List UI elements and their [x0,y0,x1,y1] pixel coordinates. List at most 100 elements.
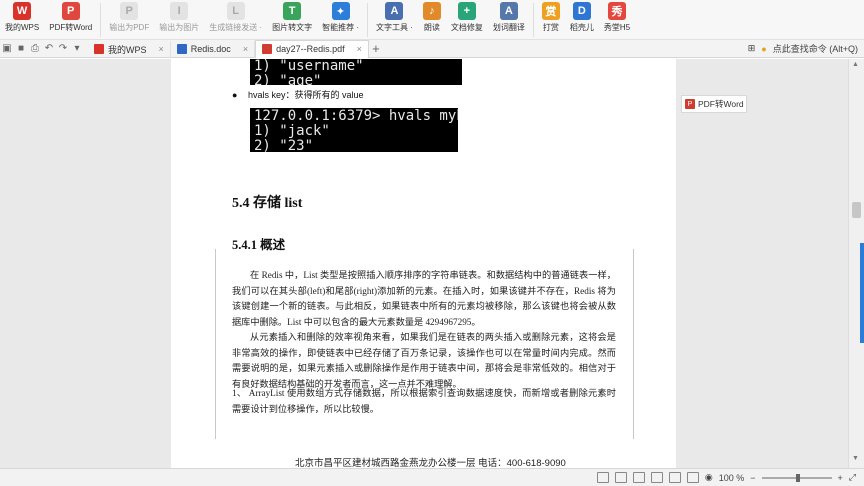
tab-pdf[interactable]: day27--Redis.pdf × [255,39,369,58]
ribbon-label: 朗读 [423,23,440,32]
document-workspace: 1) "username" 2) "age" ● hvals key：获得所有的… [0,59,864,469]
command-search[interactable]: ⊞ ● 点此查找命令 (Alt+Q) [748,42,864,55]
dropdown-icon[interactable]: ▾ [70,42,84,56]
image-to-text-icon: T [283,2,302,20]
section-title: 5.4 存储 list [232,196,303,211]
ribbon-button-docer[interactable]: D 稻壳儿 [565,0,599,40]
ribbon-button-smart-recommend[interactable]: ✦ 智能推荐 · [317,0,364,40]
bullet-item: ● hvals key：获得所有的 value [232,90,364,100]
ribbon-button-share-link: L 生成链接发送 · [204,0,267,40]
side-pdf-to-word-button[interactable]: P PDF转Word [681,95,747,113]
ribbon-label: 文字工具 · [375,23,413,32]
tab-doc[interactable]: Redis.doc × [171,40,256,58]
print-icon[interactable]: ⎙ [28,42,42,56]
command-search-label[interactable]: 点此查找命令 (Alt+Q) [773,42,858,55]
close-tab-icon[interactable]: × [159,44,164,54]
pdf-page: 1) "username" 2) "age" ● hvals key：获得所有的… [171,59,676,469]
bullet-dot-icon: ● [232,90,238,100]
ribbon-label: PDF转Word [49,23,93,32]
ribbon-button-translate[interactable]: A 划词翻译 [488,0,530,40]
close-tab-icon[interactable]: × [357,44,362,54]
pdf-to-word-icon: P [61,2,80,20]
tab-bar: ▣ ■ ⎙ ↶ ↷ ▾ 我的WPS × Redis.doc × day27--Redis… [0,39,864,58]
ribbon-separator [366,3,368,37]
ribbon-button-xiutang[interactable]: 秀秀堂H5 [599,0,635,40]
ribbon-label: 秀堂H5 [603,23,631,32]
ribbon-toolbar: W 我的WPS P PDF转Word P 输出为PDF I 输出为图片 L 生成链接发送 · T 图片… [0,0,864,40]
side-panel-handle[interactable] [860,243,864,343]
ribbon-label: 划词翻译 [492,23,525,32]
tab-label: 我的WPS [108,44,147,55]
translate-icon: A [499,2,518,20]
pdf-icon: P [685,99,695,109]
paragraph-2: 从元素插入和删除的效率视角来看，如果我们是在链表的两头插入或删除元素，这将会是非… [232,332,616,389]
ribbon-label: 图片转文字 [272,23,313,32]
crop-mark [633,249,634,439]
ribbon-button-doc-repair[interactable]: + 文档修复 [446,0,488,40]
close-tab-icon[interactable]: × [243,44,248,54]
reward-icon: 赏 [541,2,560,20]
tab-menu-icon[interactable]: ⊞ [748,43,756,54]
fit-width-icon[interactable] [668,472,681,483]
doc-tab-icon [176,44,187,54]
list-item-arraylist: 1、 ArrayList 使用数组方式存储数据，所以根据索引查询数据速度快，而新… [232,388,616,414]
wps-tab-icon [94,44,104,54]
ribbon-button-read-aloud[interactable]: ♪ 朗读 [418,0,446,40]
save-icon[interactable]: ■ [14,42,28,56]
docer-icon: D [572,2,591,20]
zoom-level[interactable]: 100 % [719,473,745,483]
fullscreen-icon[interactable]: ⤢ [849,472,856,483]
eye-protect-icon[interactable]: ◉ [705,472,713,483]
ribbon-button-export-pdf: P 输出为PDF [104,0,154,40]
ribbon-label: 稻壳儿 [569,23,594,32]
undo-icon[interactable]: ↶ [42,42,56,56]
ribbon-button-text-tool[interactable]: A 文字工具 · [371,0,418,40]
terminal-screenshot-1: 1) "username" 2) "age" [250,59,462,85]
tab-wps[interactable]: 我的WPS × [88,40,171,58]
open-folder-icon[interactable]: ▣ [0,42,14,56]
subsection-title: 5.4.1 概述 [232,238,286,252]
zoom-slider[interactable] [761,473,832,482]
bulb-icon: ● [761,43,767,54]
share-link-icon: L [226,2,245,20]
ribbon-button-pdf-to-word[interactable]: P PDF转Word [44,0,97,40]
scroll-up-icon[interactable]: ▲ [852,61,859,68]
paragraph-1: 在 Redis 中，List 类型是按照插入顺序排序的字符串链表。和数据结构中的… [232,270,616,327]
zoom-in-icon[interactable]: + [838,473,843,483]
book-mode-icon[interactable] [650,472,663,483]
double-page-icon[interactable] [614,472,627,483]
ribbon-label: 打赏 [542,23,559,32]
scroll-thumb[interactable] [852,202,861,218]
ribbon-label: 智能推荐 · [322,23,359,32]
zoom-out-icon[interactable]: − [750,473,755,483]
smart-recommend-icon: ✦ [331,2,350,20]
export-image-icon: I [170,2,189,20]
continuous-icon[interactable] [632,472,645,483]
ribbon-button-reward[interactable]: 赏打赏 [537,0,565,40]
document-tabs: 我的WPS × Redis.doc × day27--Redis.pdf × [88,39,369,58]
redo-icon[interactable]: ↷ [56,42,70,56]
scroll-down-icon[interactable]: ▼ [852,455,859,462]
text-tool-icon: A [385,2,404,20]
tab-label: day27--Redis.pdf [276,44,345,54]
page-footer: 北京市昌平区建材城西路金燕龙办公楼一层 电话：400-618-9090 [295,458,566,469]
status-bar: ◉ 100 % − + ⤢ [0,468,864,486]
pdf-tab-icon [262,44,273,54]
wps-logo-icon: W [13,2,32,20]
new-tab-icon[interactable]: + [369,41,383,56]
ribbon-label: 输出为图片 [159,23,200,32]
doc-repair-icon: + [457,2,476,20]
ribbon-label: 输出为PDF [109,23,150,32]
export-pdf-icon: P [120,2,139,20]
terminal-screenshot-2: 127.0.0.1:6379> hvals myhash 1) "jack" 2… [250,108,458,152]
wps-pdf-window: W 我的WPS P PDF转Word P 输出为PDF I 输出为图片 L 生成链接发送 · T 图片… [0,0,864,486]
fit-page-icon[interactable] [686,472,699,483]
single-page-icon[interactable] [596,472,609,483]
ribbon-button-image-to-text[interactable]: T 图片转文字 [267,0,317,40]
xiutang-icon: 秀 [607,2,626,20]
ribbon-button-export-image: I 输出为图片 [154,0,204,40]
read-aloud-icon: ♪ [422,2,441,20]
ribbon-button-wps-logo[interactable]: W 我的WPS [0,0,44,40]
ribbon-separator [532,3,534,37]
ribbon-label: 生成链接发送 · [209,23,263,32]
